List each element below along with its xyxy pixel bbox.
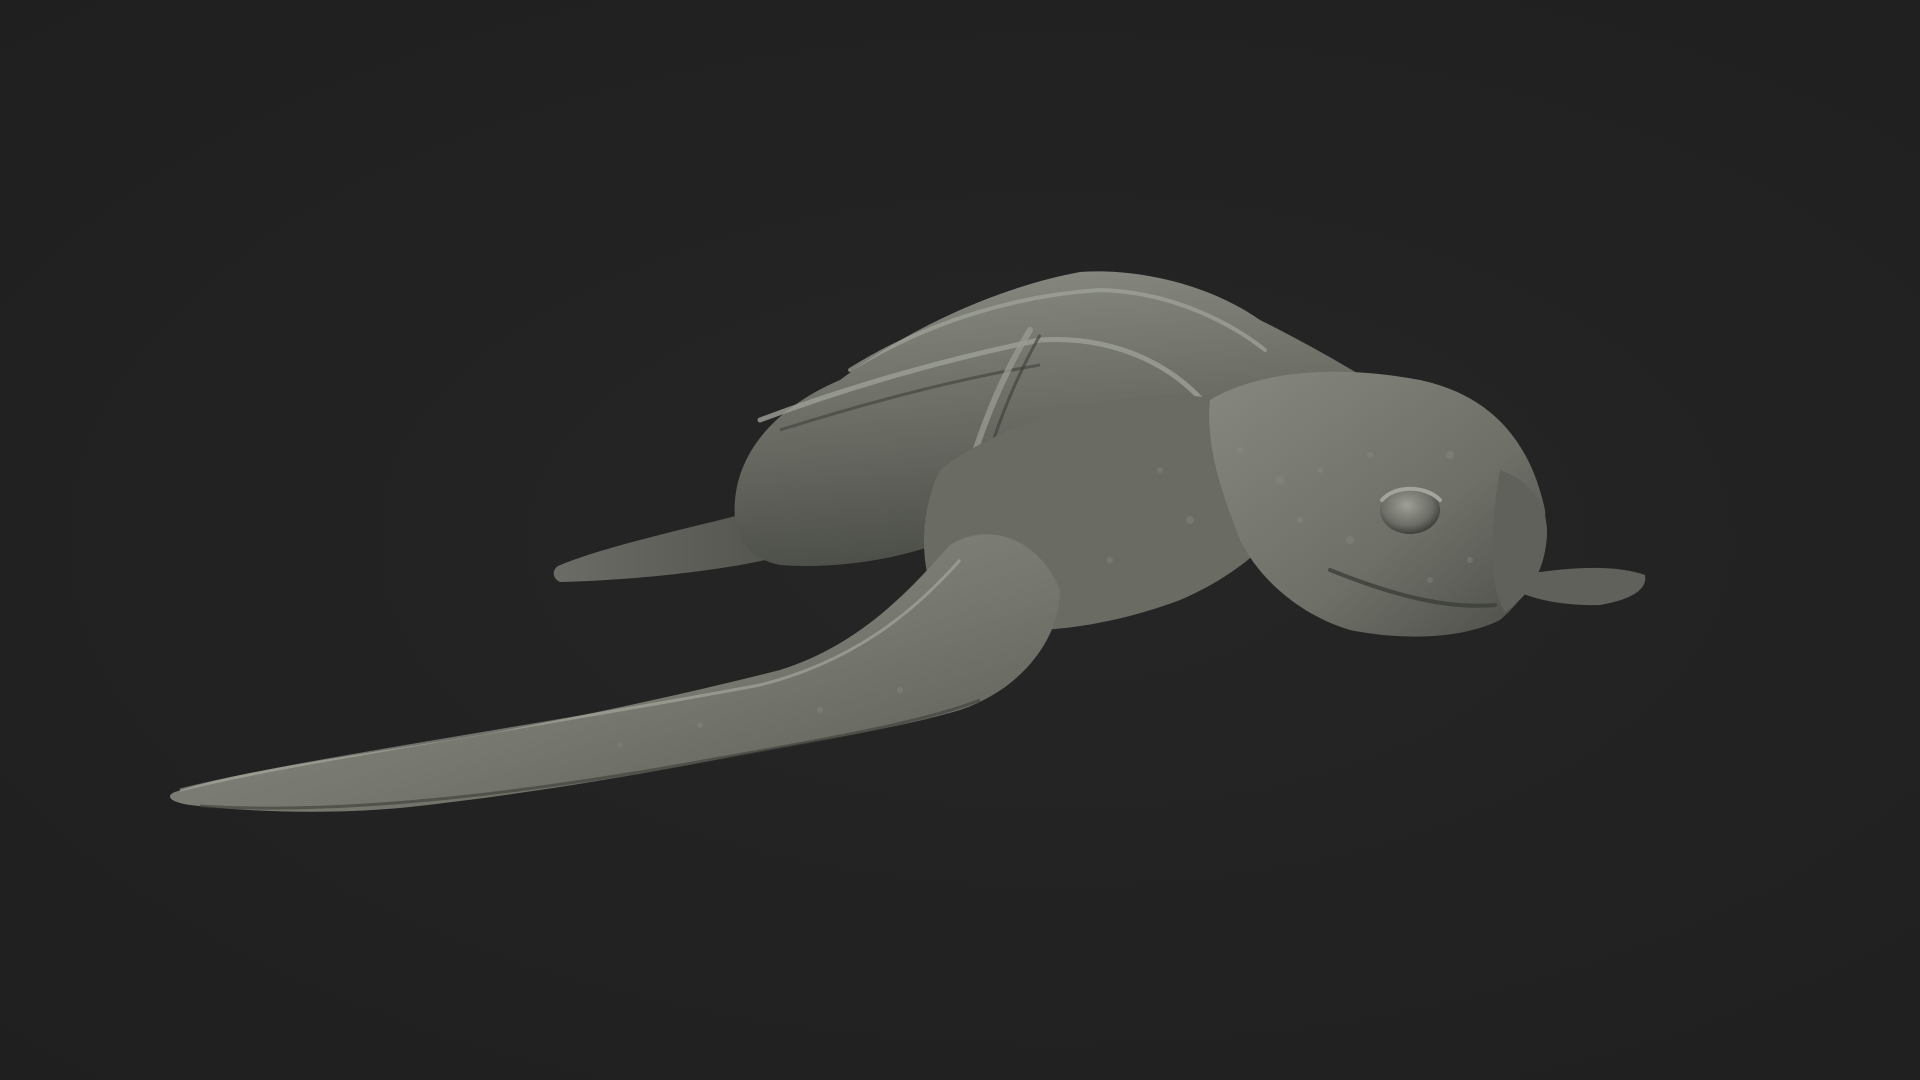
- 3d-viewport[interactable]: [0, 0, 1920, 1080]
- turtle-render: [170, 271, 1646, 812]
- head: [1209, 371, 1546, 637]
- rear-flipper: [553, 515, 768, 582]
